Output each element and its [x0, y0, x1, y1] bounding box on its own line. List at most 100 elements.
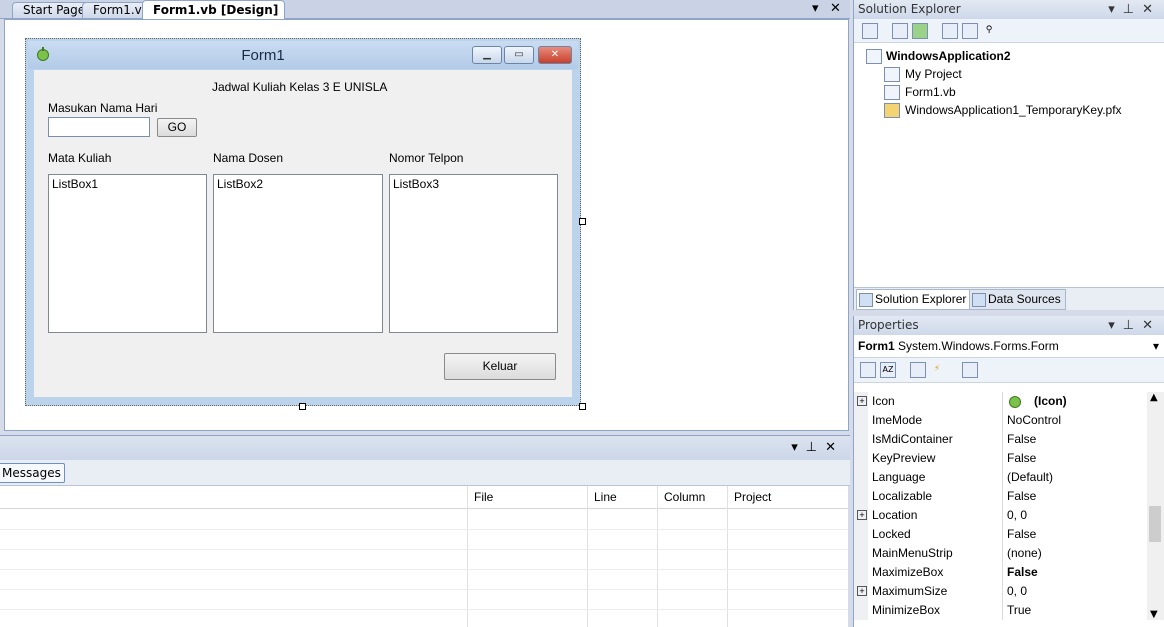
- property-name: Locked: [872, 527, 911, 541]
- properties-view-icon[interactable]: [910, 362, 926, 378]
- property-value[interactable]: False: [1007, 451, 1036, 465]
- form-client-area: Jadwal Kuliah Kelas 3 E UNISLA Masukan N…: [34, 70, 572, 397]
- scroll-up-icon[interactable]: ▲: [1150, 392, 1158, 403]
- property-row-mainmenustrip[interactable]: MainMenuStrip (none): [854, 544, 1147, 563]
- property-value[interactable]: True: [1007, 603, 1031, 617]
- properties-pane-controls[interactable]: ▾⊥✕: [1108, 316, 1161, 335]
- column-column[interactable]: Column: [664, 490, 705, 504]
- keluar-button[interactable]: Keluar: [444, 353, 556, 380]
- property-pages-icon[interactable]: [962, 362, 978, 378]
- refresh-icon[interactable]: [912, 23, 928, 39]
- object-selector[interactable]: Form1 System.Windows.Forms.Form ▾: [854, 335, 1164, 358]
- form1-design[interactable]: Form1 ▁ ▭ ✕ Jadwal Kuliah Kelas 3 E UNIS…: [25, 38, 581, 406]
- designer-surface[interactable]: Form1 ▁ ▭ ✕ Jadwal Kuliah Kelas 3 E UNIS…: [4, 19, 849, 431]
- property-grid[interactable]: + Icon (Icon) ImeMode NoControl IsMdiCont…: [854, 392, 1147, 620]
- property-row-minimizebox[interactable]: MinimizeBox True: [854, 601, 1147, 620]
- column-line[interactable]: Line: [594, 490, 617, 504]
- nomor-telpon-label: Nomor Telpon: [389, 151, 464, 165]
- property-value[interactable]: (Icon): [1034, 394, 1067, 408]
- show-all-files-icon[interactable]: [892, 23, 908, 39]
- column-divider: [587, 486, 588, 627]
- day-name-input[interactable]: [48, 117, 150, 137]
- tab-messages[interactable]: Messages: [0, 463, 65, 483]
- property-row-language[interactable]: Language (Default): [854, 468, 1147, 487]
- properties-icon[interactable]: [862, 23, 878, 39]
- listbox-mata-kuliah[interactable]: ListBox1: [48, 174, 207, 333]
- property-row-maximumsize[interactable]: + MaximumSize 0, 0: [854, 582, 1147, 601]
- property-value[interactable]: False: [1007, 565, 1038, 579]
- column-divider: [467, 486, 468, 627]
- go-button[interactable]: GO: [157, 118, 197, 137]
- expand-icon[interactable]: +: [857, 396, 867, 406]
- property-row-keypreview[interactable]: KeyPreview False: [854, 449, 1147, 468]
- property-row-locked[interactable]: Locked False: [854, 525, 1147, 544]
- property-name: Location: [872, 508, 918, 522]
- listbox-nama-dosen[interactable]: ListBox2: [213, 174, 383, 333]
- listbox-nomor-telpon[interactable]: ListBox3: [389, 174, 558, 333]
- tab-data-sources[interactable]: Data Sources: [969, 289, 1066, 310]
- key-file-icon: [884, 103, 900, 118]
- form-titlebar[interactable]: Form1 ▁ ▭ ✕: [28, 41, 578, 69]
- solution-explorer-pane-controls[interactable]: ▾⊥✕: [1108, 0, 1161, 19]
- error-list-grid[interactable]: File Line Column Project: [0, 486, 848, 627]
- property-name: ImeMode: [872, 413, 923, 427]
- property-value[interactable]: False: [1007, 527, 1036, 541]
- view-designer-icon[interactable]: [962, 23, 978, 39]
- close-icon[interactable]: ✕: [538, 46, 572, 64]
- property-name: MaximizeBox: [872, 565, 944, 579]
- tree-item-keyfile[interactable]: WindowsApplication1_TemporaryKey.pfx: [905, 103, 1122, 117]
- tree-item-my-project[interactable]: My Project: [905, 67, 962, 81]
- property-row-localizable[interactable]: Localizable False: [854, 487, 1147, 506]
- property-value[interactable]: (Default): [1007, 470, 1053, 484]
- properties-title-text: Properties: [858, 318, 919, 332]
- property-scrollbar[interactable]: ▲ ▼: [1147, 392, 1164, 620]
- property-row-imemode[interactable]: ImeMode NoControl: [854, 411, 1147, 430]
- minimize-icon[interactable]: ▁: [472, 46, 502, 64]
- solution-explorer-pane: Solution Explorer ▾⊥✕ ⚲ WindowsApplicati…: [853, 0, 1164, 310]
- error-list-pane-controls[interactable]: ▾⊥✕: [791, 440, 844, 455]
- resize-handle-bottom[interactable]: [299, 403, 306, 410]
- categorized-icon[interactable]: [860, 362, 876, 378]
- property-row-icon[interactable]: + Icon (Icon): [854, 392, 1147, 411]
- column-divider: [727, 486, 728, 627]
- events-icon[interactable]: ⚡: [930, 362, 944, 376]
- property-name: KeyPreview: [872, 451, 936, 465]
- property-value[interactable]: 0, 0: [1007, 584, 1027, 598]
- property-value[interactable]: NoControl: [1007, 413, 1061, 427]
- column-project[interactable]: Project: [734, 490, 771, 504]
- tab-start-page[interactable]: Start Page: [12, 2, 93, 18]
- property-value[interactable]: 0, 0: [1007, 508, 1027, 522]
- tree-item-project[interactable]: WindowsApplication2: [886, 49, 1011, 63]
- property-value[interactable]: False: [1007, 432, 1036, 446]
- properties-toolbar: AZ ⚡: [854, 358, 1164, 383]
- row-divider: [0, 609, 848, 610]
- chevron-down-icon[interactable]: ▾: [1153, 335, 1159, 357]
- property-value[interactable]: False: [1007, 489, 1036, 503]
- column-file[interactable]: File: [474, 490, 493, 504]
- property-name: MaximumSize: [872, 584, 948, 598]
- row-divider: [0, 589, 848, 590]
- tab-close-icon[interactable]: ✕: [830, 0, 841, 18]
- tab-solution-explorer[interactable]: Solution Explorer: [856, 289, 972, 310]
- maximize-icon[interactable]: ▭: [504, 46, 534, 64]
- alphabetical-icon[interactable]: AZ: [880, 362, 896, 378]
- property-row-ismdicontainer[interactable]: IsMdiContainer False: [854, 430, 1147, 449]
- resize-handle-corner[interactable]: [579, 403, 586, 410]
- tab-dropdown-icon[interactable]: ▾: [812, 0, 819, 18]
- class-diagram-icon[interactable]: ⚲: [982, 23, 996, 37]
- column-divider: [657, 486, 658, 627]
- scrollbar-thumb[interactable]: [1149, 506, 1161, 542]
- property-name: Language: [872, 470, 926, 484]
- view-code-icon[interactable]: [942, 23, 958, 39]
- property-row-location[interactable]: + Location 0, 0: [854, 506, 1147, 525]
- listbox2-text: ListBox2: [217, 177, 264, 191]
- properties-pane: Properties ▾⊥✕ Form1 System.Windows.Form…: [853, 316, 1164, 627]
- expand-icon[interactable]: +: [857, 510, 867, 520]
- resize-handle-right[interactable]: [579, 218, 586, 225]
- property-row-maximizebox[interactable]: MaximizeBox False: [854, 563, 1147, 582]
- tab-form1-design[interactable]: Form1.vb [Design]: [142, 0, 286, 19]
- property-value[interactable]: (none): [1007, 546, 1042, 560]
- expand-icon[interactable]: +: [857, 586, 867, 596]
- scroll-down-icon[interactable]: ▼: [1150, 609, 1158, 620]
- tree-item-form1[interactable]: Form1.vb: [905, 85, 956, 99]
